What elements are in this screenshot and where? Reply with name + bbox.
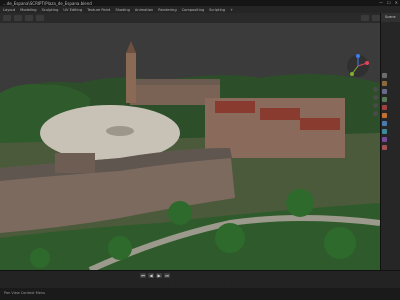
tab-animation[interactable]: Animation: [135, 8, 153, 12]
pan-hand-icon[interactable]: [373, 95, 378, 100]
tab-rendering[interactable]: Rendering: [158, 8, 176, 12]
tab-shading[interactable]: Shading: [115, 8, 130, 12]
play-reverse-button[interactable]: ◀: [148, 273, 154, 278]
ruler-tick: ·: [227, 281, 229, 285]
status-bar: Pan View Context Menu: [0, 288, 400, 300]
ruler-tick: ·: [58, 281, 60, 285]
object-icon[interactable]: [382, 113, 387, 118]
tab-compositing[interactable]: Compositing: [182, 8, 205, 12]
ruler-tick: ·: [171, 281, 173, 285]
ruler-tick: ·: [2, 281, 3, 285]
tab-sculpting[interactable]: Sculpting: [42, 8, 59, 12]
select-menu[interactable]: [36, 15, 44, 21]
mode-dropdown[interactable]: [14, 15, 22, 21]
tree-cluster-6: [30, 248, 50, 268]
material-icon[interactable]: [382, 145, 387, 150]
add-workspace-button[interactable]: +: [230, 8, 233, 12]
render-icon[interactable]: [382, 81, 387, 86]
ruler-tick: ·: [340, 281, 342, 285]
photogrammetry-model: [0, 23, 380, 270]
view-menu[interactable]: [25, 15, 33, 21]
tab-scripting[interactable]: Scripting: [209, 8, 225, 12]
navigation-gizmo[interactable]: [345, 53, 371, 83]
jump-end-button[interactable]: ⏭: [164, 273, 170, 278]
z-axis-icon: [356, 54, 360, 58]
tree-cluster-2: [215, 223, 245, 253]
roof-red-1: [215, 101, 255, 113]
x-axis-icon: [365, 61, 369, 65]
tower: [126, 53, 136, 103]
ruler-tick: ·: [114, 281, 116, 285]
tab-layout[interactable]: Layout: [3, 8, 15, 12]
physics-icon[interactable]: [382, 137, 387, 142]
tab-texture-paint[interactable]: Texture Paint: [87, 8, 110, 12]
shading-material-button[interactable]: [372, 15, 380, 21]
y-axis-icon: [350, 72, 354, 76]
zoom-icon[interactable]: [373, 87, 378, 92]
tree-cluster-5: [108, 236, 132, 260]
editor-type-button[interactable]: [3, 15, 11, 21]
tool-icon[interactable]: [382, 73, 387, 78]
scene-icon[interactable]: [382, 97, 387, 102]
tree-cluster-1: [168, 201, 192, 225]
workspace-tabs: Layout Modeling Sculpting UV Editing Tex…: [0, 6, 400, 13]
outliner-panel: Scene: [380, 13, 400, 270]
shading-solid-button[interactable]: [361, 15, 369, 21]
window-title: ...de_Espana\SCRIPT\Plaza_de_Espana.blen…: [3, 0, 92, 6]
timeline-panel: ⏮ ◀ ▶ ⏭ · · · · · · · ·: [0, 270, 400, 288]
playback-controls: ⏮ ◀ ▶ ⏭: [140, 273, 170, 278]
ruler-tick: ·: [284, 281, 286, 285]
particles-icon[interactable]: [382, 129, 387, 134]
tab-uv-editing[interactable]: UV Editing: [63, 8, 82, 12]
jump-start-button[interactable]: ⏮: [140, 273, 146, 278]
ruler-tick: ·: [396, 281, 398, 285]
roof-red-3: [300, 118, 340, 130]
scene-label[interactable]: Scene: [385, 15, 396, 19]
status-hint: Pan View Context Menu: [4, 291, 46, 295]
back-wing-roof: [130, 79, 220, 85]
tree-cluster-4: [324, 227, 356, 259]
grid-icon[interactable]: [373, 111, 378, 116]
tree-cluster-3: [286, 189, 314, 217]
world-icon[interactable]: [382, 105, 387, 110]
camera-icon[interactable]: [373, 103, 378, 108]
front-pavilion: [55, 153, 95, 173]
timeline-ruler[interactable]: · · · · · · · ·: [2, 281, 398, 287]
modifier-icon[interactable]: [382, 121, 387, 126]
viewport-header: [0, 13, 380, 23]
play-button[interactable]: ▶: [156, 273, 162, 278]
roof-red-2: [260, 108, 300, 120]
tab-modeling[interactable]: Modeling: [20, 8, 36, 12]
viewport-nav-tools: [373, 87, 378, 116]
output-icon[interactable]: [382, 89, 387, 94]
properties-tabs: [382, 73, 388, 153]
fountain: [106, 126, 134, 136]
3d-viewport[interactable]: [0, 23, 380, 270]
outliner-header: Scene: [381, 13, 400, 22]
